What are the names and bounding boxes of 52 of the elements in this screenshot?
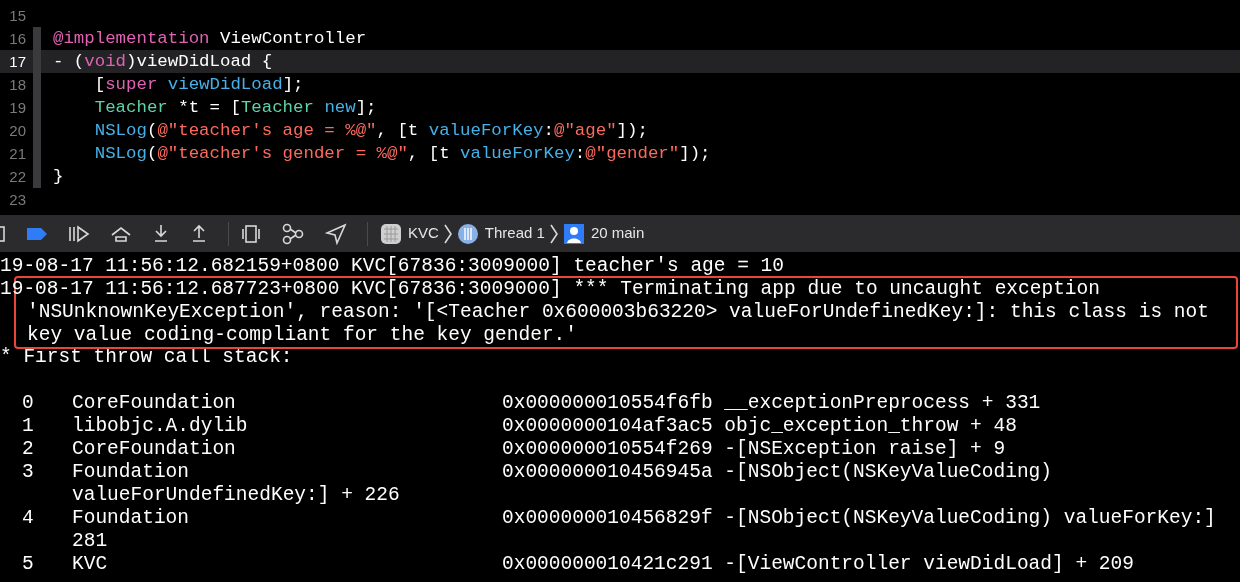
app-icon bbox=[380, 222, 402, 245]
frame-symbol: 0x000000010456945a -[NSObject(NSKeyValueCoding) bbox=[502, 461, 1052, 484]
line-number: 17 bbox=[8, 52, 26, 72]
chevron-icon bbox=[442, 222, 453, 245]
code-line: Teacher *t = [Teacher new]; bbox=[93, 97, 377, 119]
thread-icon bbox=[456, 222, 479, 245]
line-number: 20 bbox=[8, 121, 26, 141]
frame-library: Foundation bbox=[72, 507, 190, 530]
breadcrumb-item[interactable]: Thread 1 bbox=[484, 222, 545, 245]
frame-library: CoreFoundation bbox=[72, 438, 236, 461]
line-number: 15 bbox=[8, 6, 26, 26]
error-message-line: 'NSUnknownKeyException', reason: '[<Teacher 0x600003b63220> valueForUndefinedKey:]: this class is not bbox=[27, 301, 1209, 324]
frame-index: 5 bbox=[22, 553, 34, 576]
line-number: 22 bbox=[8, 167, 26, 187]
code-line: } bbox=[53, 166, 64, 188]
frame-library: Foundation bbox=[72, 461, 190, 484]
error-message-line: key value coding-compliant for the key gender.' bbox=[27, 324, 577, 347]
frame-symbol: 0x000000010456829f -[NSObject(NSKeyValueCoding) valueForKey:] bbox=[502, 507, 1216, 530]
frame-index: 1 bbox=[22, 415, 34, 438]
code-line: @implementation ViewController bbox=[53, 28, 367, 50]
memory-graph-icon[interactable] bbox=[281, 222, 305, 245]
frame-symbol-continuation: 281 bbox=[71, 530, 108, 553]
line-number: 18 bbox=[8, 75, 26, 95]
frame-symbol: 0x000000010554f269 -[NSException raise] + 9 bbox=[502, 438, 1006, 461]
line-number: 19 bbox=[8, 98, 26, 118]
frame-symbol: 0x000000010421c291 -[ViewController viewDidLoad] + 209 bbox=[502, 553, 1134, 576]
breadcrumb-item[interactable]: 20 main bbox=[590, 222, 645, 245]
breadcrumb-item[interactable]: KVC bbox=[408, 222, 439, 245]
location-icon[interactable] bbox=[325, 222, 347, 245]
view-debugger-icon[interactable] bbox=[241, 222, 261, 245]
frame-index: 3 bbox=[22, 461, 34, 484]
chevron-icon bbox=[548, 222, 559, 245]
frame-symbol: 0x0000000104af3ac5 objc_exception_throw + 48 bbox=[502, 415, 1017, 438]
code-line: - (void)viewDidLoad { bbox=[53, 51, 273, 73]
code-line: NSLog(@"teacher's age = %@", [t valueForKey:@"age"]); bbox=[93, 120, 648, 142]
code-line: NSLog(@"teacher's gender = %@", [t valueForKey:@"gender"]); bbox=[93, 143, 711, 165]
frame-symbol: 0x000000010554f6fb __exceptionPreprocess + 331 bbox=[502, 392, 1041, 415]
frame-index: 0 bbox=[22, 392, 34, 415]
frame-index: 4 bbox=[22, 507, 34, 530]
frame-library: libobjc.A.dylib bbox=[72, 415, 248, 438]
log-line: 19-08-17 11:56:12.682159+0800 KVC[67836:3009000] teacher's age = 10 bbox=[0, 255, 785, 278]
frame-library: KVC bbox=[72, 553, 108, 576]
step-into-icon[interactable] bbox=[152, 222, 170, 245]
line-number: 21 bbox=[8, 144, 26, 164]
code-line: [super viewDidLoad]; bbox=[93, 74, 304, 96]
frame-index: 2 bbox=[22, 438, 34, 461]
line-number: 16 bbox=[8, 29, 26, 49]
line-number: 23 bbox=[8, 190, 26, 210]
step-out-icon[interactable] bbox=[190, 222, 208, 245]
frame-symbol-continuation: valueForUndefinedKey:] + 226 bbox=[71, 484, 400, 507]
frame-library: CoreFoundation bbox=[72, 392, 236, 415]
user-frame-icon bbox=[562, 222, 585, 245]
